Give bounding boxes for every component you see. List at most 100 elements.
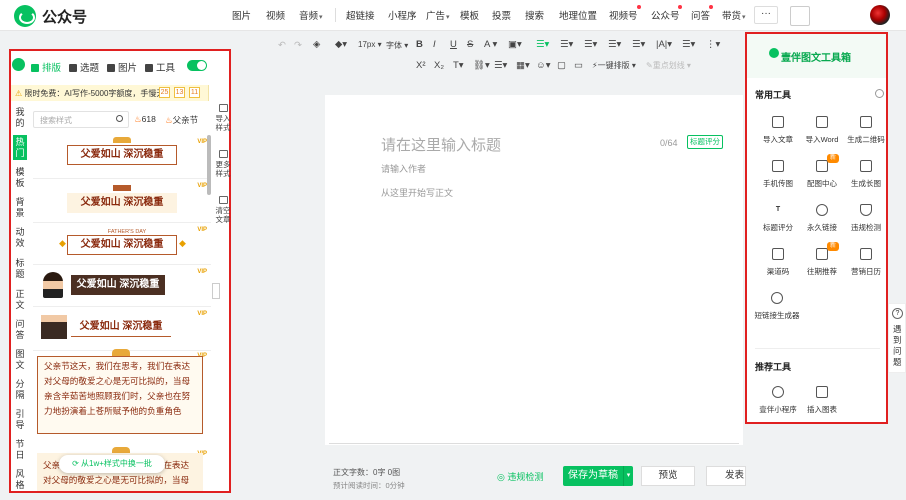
text-color-icon[interactable]: A ▾ [484, 39, 497, 50]
nav-template[interactable]: 模板 [460, 8, 479, 22]
tool-insert-chart[interactable]: 插入图表 [799, 386, 845, 415]
violation-check-button[interactable]: ◎ 违规检测 [497, 470, 543, 483]
align-center-icon[interactable]: ☰▾ [560, 39, 573, 50]
template-card-3[interactable]: VIP FATHER'S DAY 父爱如山 深沉稳重 ◆ ◆ [33, 223, 211, 265]
image-icon[interactable]: ▢ [557, 60, 566, 71]
tool-permalink[interactable]: 永久链接 [799, 204, 845, 233]
nav-channels[interactable]: 视频号 [609, 8, 638, 22]
more-format-icon[interactable]: ⋮▾ [706, 39, 720, 50]
font-size-select[interactable]: 17px ▾ [358, 40, 382, 49]
title-score-button[interactable]: 标题评分 [687, 135, 723, 149]
body-input[interactable]: 从这里开始写正文 [381, 186, 453, 199]
category-image-text[interactable]: 图文 [13, 349, 27, 370]
category-style[interactable]: 风格 [13, 469, 27, 490]
nav-hyperlink[interactable]: 超链接 [346, 8, 375, 22]
switch-batch-button[interactable]: ⟳ 从1w+样式中换一批 [59, 455, 165, 473]
tab-images[interactable]: 图片 [107, 60, 137, 74]
category-background[interactable]: 背景 [13, 197, 27, 218]
nav-image[interactable]: 图片 [232, 8, 251, 22]
save-draft-dropdown[interactable]: ▾ [623, 466, 633, 486]
import-style-button[interactable]: 导入样式 [212, 104, 234, 132]
template-card-1[interactable]: VIP 父爱如山 深沉稳重 [33, 135, 211, 179]
category-separator[interactable]: 分隔 [13, 379, 27, 400]
tool-yiban-miniprogram[interactable]: 壹伴小程序 [755, 386, 801, 415]
font-color-icon[interactable]: ◆▾ [335, 39, 347, 50]
divider-icon[interactable]: ☰▾ [494, 60, 507, 71]
template-card-5[interactable]: VIP 父爱如山 深沉稳重 [33, 307, 211, 351]
nav-miniprogram[interactable]: 小程序 [388, 8, 417, 22]
tool-image-center[interactable]: 配图中心 新 [799, 154, 845, 189]
strikethrough-icon[interactable]: S [467, 39, 473, 50]
tool-import-article[interactable]: 导入文章 [755, 116, 801, 145]
letter-spacing-icon[interactable]: |A|▾ [656, 39, 672, 50]
background-color-icon[interactable]: ▣▾ [508, 39, 522, 50]
more-style-button[interactable]: 更多样式 [212, 150, 234, 178]
search-icon[interactable] [116, 115, 123, 122]
highlight-underline-button[interactable]: ✎重点划线 ▾ [646, 60, 691, 71]
gear-icon[interactable] [875, 89, 884, 98]
collapse-handle[interactable] [212, 283, 220, 299]
nav-audio[interactable]: 音频▾ [299, 8, 323, 22]
undo-icon[interactable]: ↶ [278, 40, 286, 51]
hot-fathersday-link[interactable]: ♨父亲节 [165, 114, 198, 126]
category-mine[interactable]: 我的 [13, 107, 27, 128]
category-qa[interactable]: 问答 [13, 319, 27, 340]
scrollbar[interactable] [207, 135, 211, 195]
superscript-icon[interactable]: X² [416, 60, 426, 71]
clear-article-button[interactable]: 清空文章 [212, 196, 234, 224]
tool-long-image[interactable]: 生成长图 [843, 160, 889, 189]
tool-short-link[interactable]: 短链接生成器 [747, 292, 807, 321]
italic-icon[interactable]: I [433, 39, 436, 50]
tool-past-recommend[interactable]: 往期推荐 新 [799, 242, 845, 277]
bold-icon[interactable]: B [416, 39, 423, 50]
redo-icon[interactable]: ↷ [294, 40, 302, 51]
align-left-icon[interactable]: ☰▾ [536, 39, 549, 50]
category-hot[interactable]: 热门 [13, 135, 27, 160]
underline-icon[interactable]: U [450, 39, 457, 50]
save-draft-button[interactable]: 保存为草稿 [563, 466, 623, 486]
category-body[interactable]: 正文 [13, 289, 27, 310]
category-title[interactable]: 标题 [13, 258, 27, 279]
nav-official-account[interactable]: 公众号 [651, 8, 680, 22]
preview-button[interactable]: 预览 [641, 466, 695, 486]
nav-vote[interactable]: 投票 [492, 8, 511, 22]
category-template[interactable]: 模板 [13, 167, 27, 188]
list-icon[interactable]: ☰▾ [682, 39, 695, 50]
category-animation[interactable]: 动效 [13, 227, 27, 248]
tool-violation-check[interactable]: 违规检测 [843, 204, 889, 233]
hot-618-link[interactable]: ♨618 [134, 114, 156, 125]
promo-banner[interactable]: ⚠ 限时免费：AI写作-5000字额度，手慢无！ 25 13 11 [11, 85, 209, 101]
align-right-icon[interactable]: ☰▾ [584, 39, 597, 50]
tool-import-word[interactable]: 导入Word [799, 116, 845, 145]
style-search-input[interactable]: 搜索样式 [33, 111, 129, 128]
tool-qrcode[interactable]: 生成二维码 [843, 116, 889, 145]
briefcase-icon[interactable]: ▭ [574, 60, 583, 71]
publish-button[interactable]: 发表 [706, 466, 746, 486]
document-icon[interactable] [790, 6, 810, 26]
more-button[interactable]: ··· [754, 6, 778, 24]
tab-tools[interactable]: 工具 [145, 60, 175, 74]
font-select[interactable]: 字体 ▾ [386, 40, 408, 51]
nav-ads[interactable]: 广告▾ [426, 8, 450, 22]
tool-title-score[interactable]: T 标题评分 [755, 204, 801, 233]
one-click-layout-button[interactable]: ⚡一键排版 ▾ [592, 60, 636, 71]
tool-channel-code[interactable]: 渠道码 [755, 248, 801, 277]
author-input[interactable]: 请输入作者 [381, 162, 426, 175]
category-festival[interactable]: 节日 [13, 439, 27, 460]
template-card-2[interactable]: VIP 父爱如山 深沉稳重 [33, 179, 211, 223]
template-paragraph[interactable]: 父亲节这天，我们在思考，我们在表达对父母的敬爱之心是无可比拟的，当母亲含辛茹苦地… [37, 356, 203, 434]
tab-topics[interactable]: 选题 [69, 60, 99, 74]
nav-sell[interactable]: 带货▾ [722, 8, 746, 22]
link-icon[interactable]: ⛓▾ [473, 60, 490, 71]
tool-marketing-calendar[interactable]: 营销日历 [843, 248, 889, 277]
table-icon[interactable]: ▦▾ [516, 60, 530, 71]
template-card-4[interactable]: VIP 父爱如山 深沉稳重 [33, 265, 211, 307]
title-input[interactable]: 请在这里输入标题 [381, 134, 501, 155]
clear-format-icon[interactable]: T▾ [453, 60, 464, 71]
panel-toggle[interactable] [187, 60, 207, 71]
format-painter-icon[interactable]: ◈ [313, 39, 320, 50]
app-logo[interactable]: 公众号 [14, 5, 87, 27]
indent-icon[interactable]: ☰▾ [608, 39, 621, 50]
nav-video[interactable]: 视频 [266, 8, 285, 22]
nav-search[interactable]: 搜索 [525, 8, 544, 22]
